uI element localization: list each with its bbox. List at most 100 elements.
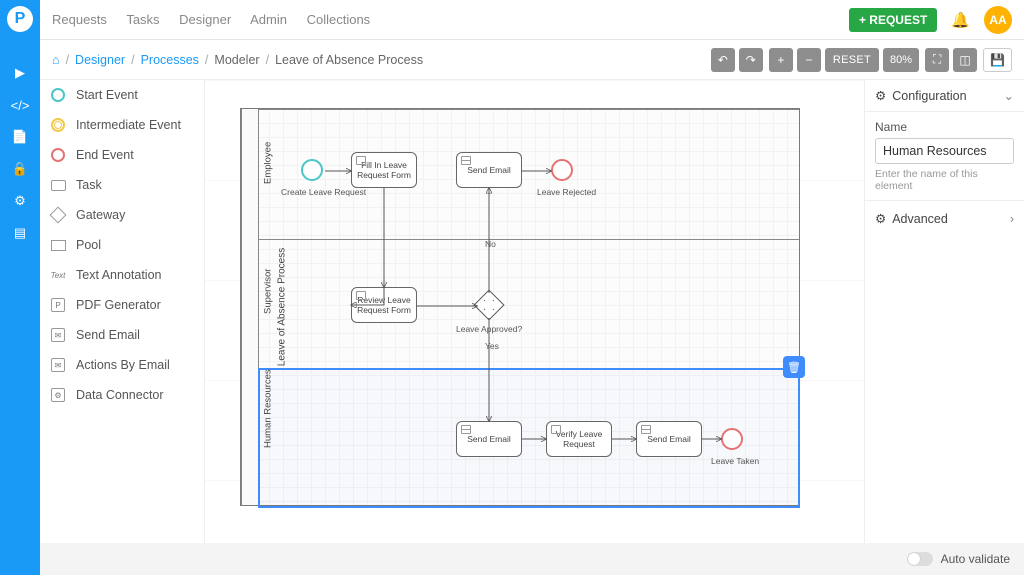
nav-designer[interactable]: Designer xyxy=(179,12,231,27)
zoom-in-button[interactable]: + xyxy=(769,48,793,72)
sub-toolbar: ⌂ / Designer / Processes / Modeler / Lea… xyxy=(40,40,1024,80)
crumb-modeler: Modeler xyxy=(214,53,259,67)
actions-email-icon: ✉ xyxy=(51,358,65,372)
lane-human-resources[interactable]: Human Resources 🗑 xyxy=(259,369,799,507)
pal-label: End Event xyxy=(76,148,134,162)
app-rail: P ▶ </> 📄 🔒 ⚙ ▤ xyxy=(0,0,40,575)
config-title: Configuration xyxy=(892,89,966,103)
config-advanced[interactable]: ⚙ Advanced › xyxy=(865,200,1024,236)
intermediate-event-icon xyxy=(51,118,65,132)
end-event-rejected[interactable] xyxy=(551,159,573,181)
caption-no: No xyxy=(485,239,496,249)
save-button[interactable]: 💾 xyxy=(983,48,1012,72)
pool[interactable]: Leave of Absence Process Employee Superv… xyxy=(240,108,800,506)
sliders-icon: ⚙ xyxy=(875,211,886,226)
caption: Leave Taken xyxy=(711,456,759,466)
pal-label: Intermediate Event xyxy=(76,118,181,132)
nav-collections[interactable]: Collections xyxy=(307,12,371,27)
pal-pool[interactable]: Pool xyxy=(40,230,204,260)
pal-label: Text Annotation xyxy=(76,268,161,282)
pal-intermediate-event[interactable]: Intermediate Event xyxy=(40,110,204,140)
config-body: Name Enter the name of this element xyxy=(865,112,1024,200)
pal-task[interactable]: Task xyxy=(40,170,204,200)
undo-button[interactable]: ↶ xyxy=(711,48,735,72)
fit-button[interactable]: ⛶ xyxy=(925,48,949,72)
rail-code-icon[interactable]: </> xyxy=(11,96,29,114)
text-annotation-icon: Text xyxy=(50,267,66,283)
name-hint: Enter the name of this element xyxy=(875,168,1014,192)
pal-label: PDF Generator xyxy=(76,298,161,312)
task-fill-form[interactable]: Fill In Leave Request Form xyxy=(351,152,417,188)
delete-lane-button[interactable]: 🗑 xyxy=(783,356,805,378)
pal-end-event[interactable]: End Event xyxy=(40,140,204,170)
start-event[interactable] xyxy=(301,159,323,181)
caption: Create Leave Request xyxy=(281,187,366,197)
top-nav: Requests Tasks Designer Admin Collection… xyxy=(40,0,1024,40)
gateway-icon xyxy=(50,207,67,224)
minimap-button[interactable]: ◫ xyxy=(953,48,977,72)
start-event-icon xyxy=(51,88,65,102)
rail-data-icon[interactable]: ▤ xyxy=(11,224,29,242)
caption: Leave Approved? xyxy=(456,324,522,334)
pdf-icon: P xyxy=(51,298,65,312)
zoom-level[interactable]: 80% xyxy=(883,48,919,72)
auto-validate-label: Auto validate xyxy=(941,552,1010,566)
pal-send-email[interactable]: ✉Send Email xyxy=(40,320,204,350)
end-event-taken[interactable] xyxy=(721,428,743,450)
zoom-reset-button[interactable]: RESET xyxy=(825,48,879,72)
crumb-process-name: Leave of Absence Process xyxy=(275,53,423,67)
pal-data-connector[interactable]: ⚙Data Connector xyxy=(40,380,204,410)
nav-requests[interactable]: Requests xyxy=(52,12,107,27)
auto-validate-toggle[interactable] xyxy=(907,552,933,566)
rail-gear-icon[interactable]: ⚙ xyxy=(11,192,29,210)
pal-actions-by-email[interactable]: ✉Actions By Email xyxy=(40,350,204,380)
user-avatar[interactable]: AA xyxy=(984,6,1012,34)
nav-admin[interactable]: Admin xyxy=(250,12,287,27)
pool-title-bar[interactable] xyxy=(241,109,259,505)
pal-text-annotation[interactable]: Text Text Annotation xyxy=(40,260,204,290)
rail-doc-icon[interactable]: 📄 xyxy=(11,128,29,146)
end-event-icon xyxy=(51,148,65,162)
nav-tasks[interactable]: Tasks xyxy=(126,12,159,27)
new-request-button[interactable]: + REQUEST xyxy=(849,8,937,32)
crumb-processes[interactable]: Processes xyxy=(141,53,199,67)
lane-employee[interactable]: Employee xyxy=(259,109,799,239)
zoom-out-button[interactable]: − xyxy=(797,48,821,72)
name-label: Name xyxy=(875,120,1014,134)
redo-button[interactable]: ↷ xyxy=(739,48,763,72)
rail-lock-icon[interactable]: 🔒 xyxy=(11,160,29,178)
name-input[interactable] xyxy=(875,138,1014,164)
pal-gateway[interactable]: Gateway xyxy=(40,200,204,230)
advanced-label: Advanced xyxy=(892,212,948,226)
lane-label: Employee xyxy=(263,166,274,184)
chevron-down-icon: ⌄ xyxy=(1004,88,1014,103)
email-icon: ✉ xyxy=(51,328,65,342)
lane-label: Supervisor xyxy=(263,296,274,314)
pal-label: Start Event xyxy=(76,88,138,102)
task-icon xyxy=(51,180,66,191)
crumb-designer[interactable]: Designer xyxy=(75,53,125,67)
pal-start-event[interactable]: Start Event xyxy=(40,80,204,110)
nav-links: Requests Tasks Designer Admin Collection… xyxy=(52,12,386,27)
lane-supervisor[interactable]: Supervisor xyxy=(259,239,799,369)
app-logo[interactable]: P xyxy=(7,6,33,32)
task-send-email-1[interactable]: Send Email xyxy=(456,152,522,188)
pal-label: Task xyxy=(76,178,102,192)
gear-icon: ⚙ xyxy=(875,88,886,103)
task-send-email-3[interactable]: Send Email xyxy=(636,421,702,457)
task-review-form[interactable]: Review Leave Request Form xyxy=(351,287,417,323)
bpmn-canvas[interactable]: Leave of Absence Process Employee Superv… xyxy=(205,80,864,543)
rail-play-icon[interactable]: ▶ xyxy=(11,64,29,82)
element-palette: Start Event Intermediate Event End Event… xyxy=(40,80,205,543)
pal-pdf-generator[interactable]: P PDF Generator xyxy=(40,290,204,320)
pal-label: Data Connector xyxy=(76,388,164,402)
task-send-email-2[interactable]: Send Email xyxy=(456,421,522,457)
notifications-icon[interactable]: 🔔 xyxy=(951,11,970,29)
task-verify[interactable]: Verify Leave Request xyxy=(546,421,612,457)
breadcrumb: ⌂ / Designer / Processes / Modeler / Lea… xyxy=(52,53,423,67)
caption: Leave Rejected xyxy=(537,187,596,197)
config-header[interactable]: ⚙ Configuration ⌄ xyxy=(865,80,1024,112)
pal-label: Pool xyxy=(76,238,101,252)
pool-icon xyxy=(51,240,66,251)
home-icon[interactable]: ⌂ xyxy=(52,53,60,67)
